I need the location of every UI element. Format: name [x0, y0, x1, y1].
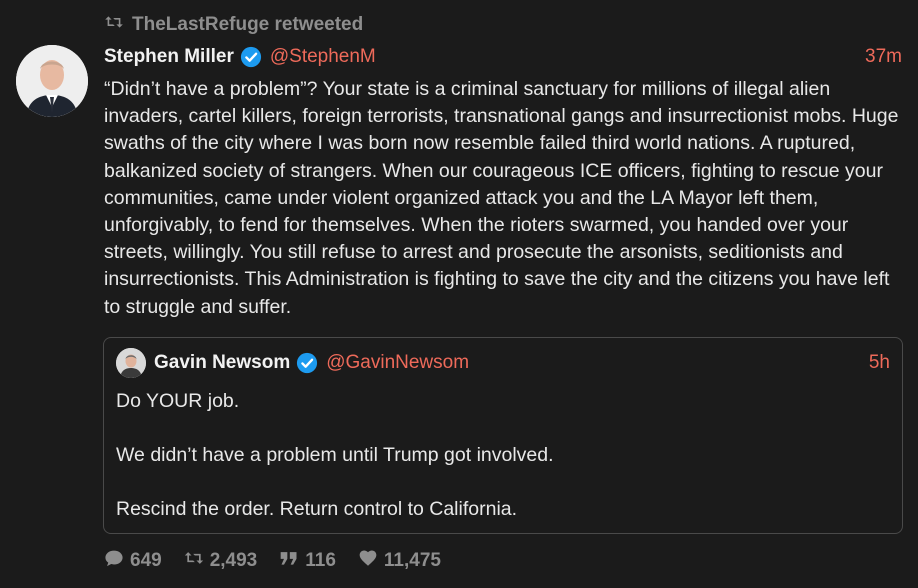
- reply-icon: [104, 549, 124, 573]
- like-button[interactable]: 11,475: [358, 549, 441, 573]
- retweet-icon: [184, 549, 204, 573]
- quote-author-handle[interactable]: @GavinNewsom: [326, 352, 469, 374]
- quote-text-line: Rescind the order. Return control to Cal…: [116, 498, 518, 520]
- tweet-actions: 649 2,493 116 11,475: [104, 549, 463, 573]
- tweet-header: Stephen Miller @StephenM 37m: [104, 44, 902, 70]
- quote-header: Gavin Newsom @GavinNewsom 5h: [154, 350, 890, 376]
- retweet-label: TheLastRefuge retweeted: [132, 14, 364, 35]
- verified-badge-icon: [296, 352, 318, 374]
- author-handle[interactable]: @StephenM: [270, 46, 376, 68]
- quote-button[interactable]: 116: [279, 549, 336, 573]
- quote-text-line: We didn’t have a problem until Trump got…: [116, 444, 554, 466]
- retweet-icon: [104, 14, 124, 36]
- retweet-button[interactable]: 2,493: [184, 549, 258, 573]
- author-name[interactable]: Stephen Miller: [104, 46, 234, 68]
- heart-icon: [358, 549, 378, 573]
- retweet-indicator: TheLastRefuge retweeted: [104, 14, 363, 36]
- quote-timestamp[interactable]: 5h: [869, 352, 890, 374]
- quote-count: 116: [305, 550, 336, 571]
- like-count: 11,475: [383, 550, 441, 571]
- tweet-timestamp[interactable]: 37m: [865, 46, 902, 68]
- quote-icon: [279, 549, 299, 573]
- avatar[interactable]: [16, 45, 88, 117]
- quote-avatar[interactable]: [116, 348, 146, 378]
- retweet-count: 2,493: [209, 550, 258, 571]
- quote-author-name[interactable]: Gavin Newsom: [154, 352, 290, 374]
- reply-count: 649: [130, 550, 162, 571]
- tweet-text: “Didn’t have a problem”? Your state is a…: [104, 78, 899, 318]
- quoted-tweet[interactable]: Gavin Newsom @GavinNewsom 5h Do YOUR job…: [103, 337, 903, 534]
- quote-text-line: Do YOUR job.: [116, 390, 240, 412]
- verified-badge-icon: [240, 46, 262, 68]
- reply-button[interactable]: 649: [104, 549, 162, 573]
